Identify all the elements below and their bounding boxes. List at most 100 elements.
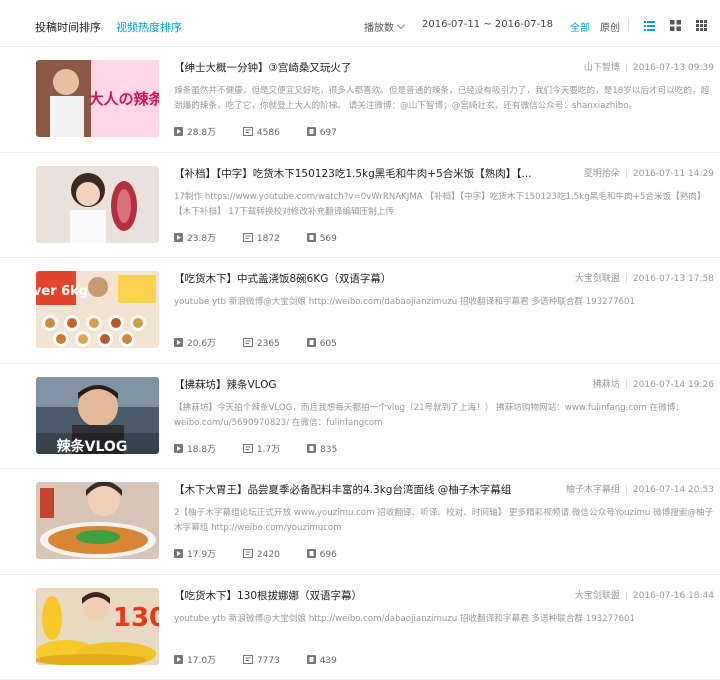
video-thumbnail[interactable]	[36, 166, 159, 243]
grid-view-icon[interactable]	[670, 20, 681, 31]
thumbnail-caption: 130	[113, 603, 159, 633]
toolbar: 投稿时间排序 视频热度排序 播放数 2016-07-11 ~ 2016-07-1…	[0, 0, 720, 47]
play-count: 17.0万	[174, 653, 216, 666]
video-meta: 柚子木字幕组 2016-07-14 20:53	[566, 482, 714, 495]
upload-date: 2016-07-11 14:29	[633, 169, 714, 179]
play-count: 28.8万	[174, 125, 216, 138]
favorite-count: 569	[307, 234, 337, 244]
play-count: 20.6万	[174, 336, 216, 349]
video-meta: 山下智博 2016-07-13 09:39	[584, 60, 714, 73]
play-count-icon	[174, 338, 183, 347]
favorite-icon	[307, 549, 316, 558]
favorite-icon	[307, 655, 316, 664]
danmaku-icon	[243, 233, 253, 242]
video-description: youtube ytb 新浪微博@大宝剑娘 http://weibo.com/d…	[174, 612, 714, 642]
video-title[interactable]: 【木下大胃王】品尝夏季必备配料丰富的4.3kg台湾面线 @柚子木字幕组	[174, 482, 554, 497]
thumbnail-caption: 大人の辣条	[88, 90, 159, 108]
small-grid-view-icon[interactable]	[696, 20, 707, 31]
video-thumbnail[interactable]	[36, 482, 159, 559]
favorite-count: 835	[307, 445, 337, 455]
video-thumbnail[interactable]: 辣条VLOG	[36, 377, 159, 454]
video-list: 大人の辣条 【绅士大概一分钟】③宫崎桑又玩火了 山下智博 2016-07-13 0…	[0, 47, 720, 680]
video-item[interactable]: 辣条VLOG 【拂菻坊】辣条VLOG 拂菻坊 2016-07-14 19:26 【…	[0, 364, 720, 470]
video-item[interactable]: 【木下大胃王】品尝夏季必备配料丰富的4.3kg台湾面线 @柚子木字幕组 柚子木字…	[0, 469, 720, 575]
play-count: 17.9万	[174, 547, 216, 560]
danmaku-icon	[243, 655, 253, 664]
video-description: 17制作 https://www.youtube.com/watch?v=0vW…	[174, 190, 714, 220]
danmaku-count: 2365	[243, 339, 280, 349]
video-title[interactable]: 【绅士大概一分钟】③宫崎桑又玩火了	[174, 60, 554, 75]
divider	[628, 19, 629, 31]
filter-all[interactable]: 全部	[570, 19, 590, 34]
thumbnail-caption: 辣条VLOG	[57, 438, 128, 454]
upload-date: 2016-07-13 17:58	[633, 274, 714, 284]
favorite-count: 697	[307, 128, 337, 138]
danmaku-count: 7773	[243, 656, 280, 666]
video-description: 【拂菻坊】今天拍个辣条VLOG，而且我想每天都拍一个vlog（21号就到了上海！…	[174, 401, 714, 431]
favorite-count: 696	[307, 550, 337, 560]
favorite-count: 439	[307, 656, 337, 666]
video-thumbnail[interactable]: over 6kg	[36, 271, 159, 348]
upload-date: 2016-07-14 20:53	[633, 485, 714, 495]
video-thumbnail[interactable]: 大人の辣条	[36, 60, 159, 137]
video-description: 2【柚子木字幕组论坛正式开放 www.youzimu.com 招收翻译、听译、校…	[174, 506, 714, 536]
play-count-icon	[174, 233, 183, 242]
video-stats: 20.6万 2365 605	[174, 336, 361, 349]
play-count-icon	[174, 444, 183, 453]
danmaku-count: 2420	[243, 550, 280, 560]
favorite-icon	[307, 338, 316, 347]
play-count-icon	[174, 549, 183, 558]
danmaku-icon	[243, 338, 253, 347]
favorite-icon	[307, 127, 316, 136]
video-stats: 18.8万 1.7万 835	[174, 442, 361, 455]
video-stats: 28.8万 4586 697	[174, 125, 361, 138]
uploader-link[interactable]: 夏明拾朵	[584, 169, 620, 179]
favorite-icon	[307, 233, 316, 242]
play-count-icon	[174, 127, 183, 136]
video-stats: 23.8万 1872 569	[174, 231, 361, 244]
video-description: youtube ytb 新浪微博@大宝剑娘 http://weibo.com/d…	[174, 295, 714, 325]
favorite-icon	[307, 444, 316, 453]
favorite-count: 605	[307, 339, 337, 349]
upload-date: 2016-07-16 18:44	[633, 591, 714, 601]
video-item[interactable]: 130 【吃货木下】130根拔娜娜（双语字幕） 大宝剑联盟 2016-07-16 …	[0, 575, 720, 680]
play-count-icon	[174, 655, 183, 664]
play-count: 18.8万	[174, 442, 216, 455]
video-meta: 大宝剑联盟 2016-07-13 17:58	[575, 271, 714, 284]
uploader-link[interactable]: 大宝剑联盟	[575, 591, 620, 601]
video-stats: 17.0万 7773 439	[174, 653, 361, 666]
danmaku-count: 4586	[243, 128, 280, 138]
upload-date: 2016-07-14 19:26	[633, 380, 714, 390]
danmaku-count: 1872	[243, 234, 280, 244]
uploader-link[interactable]: 拂菻坊	[593, 380, 620, 390]
video-item[interactable]: 大人の辣条 【绅士大概一分钟】③宫崎桑又玩火了 山下智博 2016-07-13 0…	[0, 47, 720, 153]
video-stats: 17.9万 2420 696	[174, 547, 361, 560]
video-thumbnail[interactable]: 130	[36, 588, 159, 665]
uploader-link[interactable]: 山下智博	[584, 63, 620, 73]
tab-sort-by-popularity[interactable]: 视频热度排序	[116, 19, 182, 35]
date-range-picker[interactable]: 2016-07-11 ~ 2016-07-18	[422, 19, 553, 30]
video-meta: 大宝剑联盟 2016-07-16 18:44	[575, 588, 714, 601]
uploader-link[interactable]: 大宝剑联盟	[575, 274, 620, 284]
list-view-icon[interactable]	[644, 20, 655, 31]
danmaku-count: 1.7万	[243, 442, 280, 455]
tab-sort-by-time[interactable]: 投稿时间排序	[35, 19, 101, 35]
filter-original[interactable]: 原创	[600, 19, 620, 34]
video-title[interactable]: 【拂菻坊】辣条VLOG	[174, 377, 554, 392]
video-item[interactable]: over 6kg 【吃货木下】中式盖浇饭8碗6KG（双语字幕） 大宝剑联盟 201…	[0, 258, 720, 364]
danmaku-icon	[243, 444, 253, 453]
video-title[interactable]: 【补档】【中字】吃货木下150123吃1.5kg黑毛和牛肉+5合米饭【熟肉】【.…	[174, 166, 554, 181]
danmaku-icon	[243, 127, 253, 136]
thumbnail-caption: over 6kg	[36, 284, 88, 299]
video-title[interactable]: 【吃货木下】130根拔娜娜（双语字幕）	[174, 588, 554, 603]
uploader-link[interactable]: 柚子木字幕组	[566, 485, 620, 495]
chevron-down-icon	[397, 21, 405, 29]
video-description: 辣条虽然并不健康，但是又便宜又好吃，很多人都喜欢。但是普通的辣条，已经没有吸引力…	[174, 84, 714, 114]
sort-dropdown-label: 播放数	[364, 23, 394, 34]
video-meta: 拂菻坊 2016-07-14 19:26	[593, 377, 714, 390]
video-title[interactable]: 【吃货木下】中式盖浇饭8碗6KG（双语字幕）	[174, 271, 554, 286]
sort-dropdown[interactable]: 播放数	[364, 19, 404, 34]
upload-date: 2016-07-13 09:39	[633, 63, 714, 73]
play-count: 23.8万	[174, 231, 216, 244]
video-item[interactable]: 【补档】【中字】吃货木下150123吃1.5kg黑毛和牛肉+5合米饭【熟肉】【.…	[0, 153, 720, 259]
